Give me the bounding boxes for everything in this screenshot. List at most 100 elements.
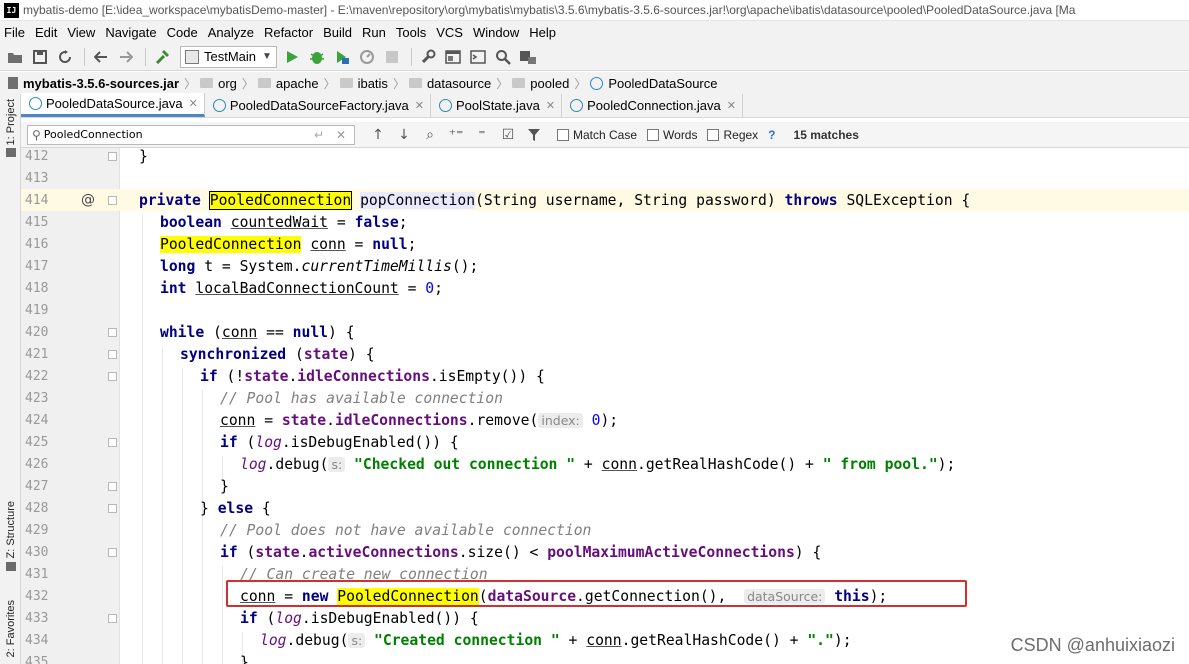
regex-checkbox[interactable]	[707, 128, 720, 141]
run-icon[interactable]	[281, 46, 303, 68]
breadcrumb-item-jar[interactable]: mybatis-3.5.6-sources.jar 〉	[8, 75, 196, 92]
code-editor[interactable]: 412 } 413 414 @ private PooledConnection…	[21, 148, 1189, 664]
fold-marker-icon[interactable]	[108, 613, 117, 623]
breadcrumb-label: org	[218, 75, 237, 91]
fold-marker-icon[interactable]	[108, 327, 117, 337]
line-number: 421	[25, 346, 49, 362]
previous-occurrence-icon[interactable]: ↑	[367, 125, 389, 145]
fold-marker-icon[interactable]	[108, 437, 117, 447]
chevron-right-icon: 〉	[496, 76, 509, 91]
project-structure-icon[interactable]	[442, 46, 464, 68]
sync-icon[interactable]	[54, 46, 76, 68]
chevron-right-icon: 〉	[574, 76, 587, 91]
match-case-checkbox[interactable]	[557, 128, 569, 141]
find-bar: ⚲ ↵ ✕ ↑ ↓ ⌕ ⁺⁼ ⁼ ☑ Match Case Words Rege…	[21, 122, 1189, 148]
words-option[interactable]: Words	[647, 128, 697, 142]
fold-marker-icon[interactable]	[108, 349, 117, 359]
favorites-tool-label: 2: Favorites	[4, 600, 17, 658]
close-icon[interactable]: ✕	[415, 99, 424, 112]
java-class-icon	[439, 99, 452, 112]
match-count: 15 matches	[793, 127, 859, 142]
next-occurrence-icon[interactable]: ↓	[393, 125, 415, 145]
search-icon[interactable]: ⚲	[32, 128, 41, 142]
forward-arrow-icon[interactable]	[115, 46, 137, 68]
menu-navigate[interactable]: Navigate	[101, 25, 162, 40]
toolbar-separator	[145, 47, 146, 66]
fold-marker-icon[interactable]	[108, 503, 117, 513]
find-all-icon[interactable]: ⌕	[419, 125, 441, 145]
back-arrow-icon[interactable]	[90, 46, 112, 68]
fold-marker-icon[interactable]	[108, 151, 117, 161]
tab-pooled-connection[interactable]: PooledConnection.java ✕	[562, 94, 743, 117]
menu-refactor[interactable]: Refactor	[260, 25, 319, 40]
debug-icon[interactable]	[306, 46, 328, 68]
terminal-icon[interactable]	[467, 46, 489, 68]
menu-analyze[interactable]: Analyze	[204, 25, 260, 40]
line-number: 418	[25, 280, 49, 296]
close-icon[interactable]: ✕	[727, 99, 736, 112]
build-hammer-icon[interactable]	[151, 46, 173, 68]
line-number: 431	[25, 566, 49, 582]
menu-build[interactable]: Build	[319, 25, 358, 40]
window-title: mybatis-demo [E:\idea_workspace\mybatisD…	[23, 3, 1076, 17]
words-checkbox[interactable]	[647, 128, 660, 141]
filter-icon[interactable]	[523, 125, 545, 145]
stop-icon[interactable]	[381, 46, 403, 68]
menu-tools[interactable]: Tools	[392, 25, 432, 40]
override-annotation-icon[interactable]: @	[81, 192, 95, 208]
jar-icon	[8, 77, 18, 89]
toolbar-separator	[410, 47, 412, 66]
run-config-dropdown[interactable]: TestMain ▼	[180, 45, 277, 68]
find-input[interactable]	[43, 128, 294, 141]
select-all-occurrences-icon[interactable]: ☑	[497, 125, 519, 145]
menu-run[interactable]: Run	[358, 25, 392, 40]
breadcrumb-item-org[interactable]: org 〉	[200, 75, 254, 92]
structure-tool-tab[interactable]: Z: Structure	[2, 498, 19, 574]
save-icon[interactable]	[29, 46, 51, 68]
line-number: 423	[25, 390, 49, 406]
menu-window[interactable]: Window	[469, 25, 525, 40]
regex-label: Regex	[723, 127, 759, 142]
menu-view[interactable]: View	[63, 25, 101, 40]
tasks-icon[interactable]	[517, 46, 539, 68]
menu-vcs[interactable]: VCS	[432, 25, 469, 40]
add-selection-icon[interactable]: ⁺⁼	[445, 125, 467, 145]
remove-selection-icon[interactable]: ⁼	[471, 125, 493, 145]
breadcrumb-label: mybatis-3.5.6-sources.jar	[23, 75, 180, 91]
match-case-option[interactable]: Match Case	[557, 128, 637, 142]
breadcrumb-item-ibatis[interactable]: ibatis 〉	[339, 75, 405, 92]
tab-pooled-data-source-factory[interactable]: PooledDataSourceFactory.java ✕	[205, 94, 431, 117]
tab-pooled-data-source[interactable]: PooledDataSource.java ✕	[21, 93, 205, 117]
chevron-right-icon: 〉	[392, 76, 405, 91]
tab-pool-state[interactable]: PoolState.java ✕	[431, 94, 563, 117]
application-icon	[185, 49, 199, 64]
regex-help-link[interactable]: ?	[768, 128, 775, 142]
favorites-tool-tab[interactable]: 2: Favorites	[2, 594, 19, 664]
structure-tool-label: Z: Structure	[4, 501, 17, 559]
tab-label: PoolState.java	[456, 98, 540, 113]
fold-marker-icon[interactable]	[108, 547, 117, 557]
fold-marker-icon[interactable]	[108, 371, 117, 381]
settings-icon[interactable]	[417, 46, 439, 68]
clear-icon[interactable]: ✕	[336, 128, 346, 142]
open-folder-icon[interactable]	[4, 46, 26, 68]
profile-icon[interactable]	[356, 46, 378, 68]
fold-marker-icon[interactable]	[108, 195, 117, 205]
search-icon[interactable]	[492, 46, 514, 68]
breadcrumb-item-class[interactable]: PooledDataSource	[590, 76, 718, 91]
regex-option[interactable]: Regex	[707, 128, 758, 142]
menu-file[interactable]: File	[0, 25, 31, 40]
code-line: 430 if (state.activeConnections.size() <…	[21, 541, 1189, 563]
project-tool-tab[interactable]: 1: Project	[2, 98, 19, 158]
close-icon[interactable]: ✕	[189, 97, 198, 110]
breadcrumb-item-apache[interactable]: apache 〉	[257, 75, 336, 92]
package-folder-icon	[339, 78, 353, 88]
menu-code[interactable]: Code	[163, 25, 204, 40]
coverage-icon[interactable]	[331, 46, 353, 68]
menu-edit[interactable]: Edit	[31, 25, 63, 40]
close-icon[interactable]: ✕	[546, 99, 555, 112]
breadcrumb-item-pooled[interactable]: pooled 〉	[512, 75, 586, 92]
breadcrumb-item-datasource[interactable]: datasource 〉	[408, 75, 509, 92]
fold-marker-icon[interactable]	[108, 481, 117, 491]
menu-help[interactable]: Help	[525, 25, 562, 40]
